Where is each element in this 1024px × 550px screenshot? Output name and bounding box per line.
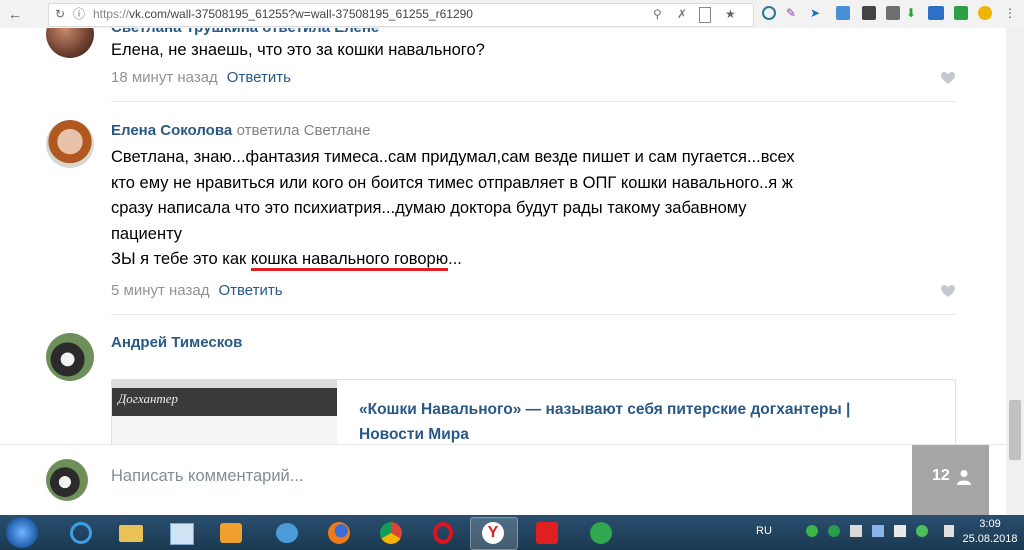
extension-pen-icon[interactable]: ✎ bbox=[786, 5, 796, 21]
comment-text: Светлана, знаю...фантазия тимеса..сам пр… bbox=[111, 145, 971, 273]
clock-time: 3:09 bbox=[979, 518, 1001, 530]
menu-icon[interactable]: ⋮ bbox=[1004, 5, 1016, 21]
tray-green-icon[interactable] bbox=[806, 525, 818, 537]
comment-author[interactable]: Елена Соколова bbox=[111, 122, 232, 139]
viewers-button[interactable]: 12 bbox=[912, 445, 989, 515]
info-icon[interactable]: ⓘ bbox=[73, 6, 85, 22]
browser-toolbar: ← ↻ ⓘ https://vk.com/wall-37508195_61255… bbox=[0, 0, 1024, 29]
extension-bird-icon[interactable]: ➤ bbox=[810, 5, 820, 21]
yandex-browser-glyph: Y bbox=[482, 522, 504, 544]
extension-translate-icon[interactable] bbox=[836, 6, 850, 20]
avatar[interactable] bbox=[46, 333, 94, 381]
avatar bbox=[46, 459, 88, 501]
media-glyph bbox=[220, 523, 242, 543]
extension-puzzle-icon[interactable] bbox=[886, 6, 900, 20]
like-heart-icon[interactable] bbox=[940, 71, 956, 85]
text-suffix: ... bbox=[448, 250, 462, 268]
clock[interactable]: 3:09 25.08.2018 bbox=[960, 517, 1020, 547]
comment-header: Елена Соколова ответила Светлане bbox=[111, 122, 370, 140]
opera-glyph bbox=[433, 522, 453, 544]
folder-glyph bbox=[119, 525, 143, 542]
thumbnail-browser-bar bbox=[112, 380, 337, 388]
taskbar-yandex-icon[interactable] bbox=[524, 517, 570, 548]
url-text: https://vk.com/wall-37508195_61255?w=wal… bbox=[93, 7, 473, 21]
comment-input[interactable]: Написать комментарий... bbox=[111, 467, 304, 486]
comment-text-line: пациенту bbox=[111, 224, 183, 243]
back-arrow-icon[interactable]: ← bbox=[8, 6, 22, 22]
viewers-count: 12 bbox=[932, 467, 950, 484]
app-glyph bbox=[170, 523, 194, 545]
clock-app-glyph bbox=[590, 522, 612, 544]
link-title-line[interactable]: «Кошки Навального» — называют себя питер… bbox=[359, 397, 949, 422]
taskbar-ie-icon[interactable] bbox=[58, 517, 104, 548]
tray-icons bbox=[806, 525, 946, 539]
yandex-glyph bbox=[536, 522, 558, 544]
extension-green-icon[interactable] bbox=[954, 6, 968, 20]
underlined-phrase: кошка навального говорю bbox=[250, 250, 449, 271]
taskbar-media-icon[interactable] bbox=[208, 517, 254, 548]
language-indicator[interactable]: RU bbox=[756, 525, 772, 537]
comment-divider bbox=[111, 101, 956, 102]
no-script-icon[interactable]: ✗ bbox=[677, 6, 687, 22]
taskbar-network-icon[interactable] bbox=[264, 517, 310, 548]
tray-flag-icon[interactable] bbox=[894, 525, 906, 537]
comment-time[interactable]: 18 минут назад bbox=[111, 69, 218, 86]
refresh-icon[interactable]: ↻ bbox=[55, 6, 65, 22]
ie-glyph bbox=[70, 522, 92, 544]
clock-date: 25.08.2018 bbox=[962, 533, 1018, 545]
firefox-glyph bbox=[328, 522, 350, 544]
comment-divider bbox=[111, 314, 956, 315]
comment-text-line: Светлана, знаю...фантазия тимеса..сам пр… bbox=[111, 148, 795, 166]
comment-composer: Написать комментарий... 12 bbox=[0, 444, 1006, 515]
address-bar[interactable]: ↻ ⓘ https://vk.com/wall-37508195_61255?w… bbox=[48, 3, 754, 27]
reply-link[interactable]: Ответить bbox=[227, 69, 291, 86]
extension-new-icon[interactable] bbox=[928, 6, 944, 20]
avatar[interactable] bbox=[46, 28, 94, 58]
comment-text-line: сразу написала что это психиатрия...дума… bbox=[111, 199, 747, 217]
comment-text-line: кто ему не нравиться или кого он боится … bbox=[111, 173, 793, 192]
url-scheme: https:// bbox=[93, 7, 130, 21]
page-action-icon[interactable] bbox=[699, 7, 711, 23]
reply-link[interactable]: Ответить bbox=[218, 282, 282, 299]
star-bookmark-icon[interactable]: ★ bbox=[725, 6, 736, 22]
taskbar-yandex-browser-icon[interactable]: Y bbox=[470, 517, 518, 550]
comment-meta: 18 минут назад Ответить bbox=[111, 69, 291, 86]
tray-network-icon[interactable] bbox=[850, 525, 862, 537]
tray-volume-icon[interactable] bbox=[944, 525, 954, 537]
zoom-icon[interactable]: ⚲ bbox=[653, 6, 662, 22]
extension-speed-icon[interactable] bbox=[762, 6, 776, 20]
text-prefix: ЗЫ я тебе это как bbox=[111, 250, 251, 268]
taskbar: Y RU 3:09 25.08.2018 bbox=[0, 515, 1024, 550]
url-path: vk.com/wall-37508195_61255?w=wall-375081… bbox=[129, 7, 473, 21]
like-heart-icon[interactable] bbox=[940, 284, 956, 298]
taskbar-firefox-icon[interactable] bbox=[316, 517, 362, 548]
comment-time[interactable]: 5 минут назад bbox=[111, 282, 209, 299]
reply-to-label[interactable]: ответила Светлане bbox=[237, 122, 371, 139]
tray-recycle-icon[interactable] bbox=[828, 525, 840, 537]
comment-author-partial[interactable]: Светлана Трушкина ответила Елене bbox=[111, 28, 379, 36]
extension-face-icon[interactable] bbox=[978, 6, 992, 20]
taskbar-opera-icon[interactable] bbox=[420, 517, 466, 548]
scrollbar-thumb[interactable] bbox=[1009, 400, 1021, 460]
extension-badge-18-icon[interactable] bbox=[862, 6, 876, 20]
comment-text: Елена, не знаешь, что это за кошки навал… bbox=[111, 41, 485, 59]
download-arrow-icon[interactable]: ⬇ bbox=[906, 5, 916, 21]
tray-refresh-icon[interactable] bbox=[916, 525, 928, 537]
link-site-name: Догхантер bbox=[118, 391, 179, 406]
taskbar-chrome-icon[interactable] bbox=[368, 517, 414, 548]
person-icon bbox=[957, 470, 971, 485]
comment-meta: 5 минут назад Ответить bbox=[111, 282, 283, 299]
comment-author[interactable]: Андрей Тимесков bbox=[111, 334, 242, 351]
tray-arrow-icon[interactable] bbox=[872, 525, 884, 537]
start-button[interactable] bbox=[6, 517, 38, 548]
chrome-glyph bbox=[380, 522, 402, 544]
network-glyph bbox=[276, 523, 298, 543]
comment-text-line-last: ЗЫ я тебе это как кошка навального говор… bbox=[111, 247, 971, 273]
comments-panel: Светлана Трушкина ответила Елене Елена, … bbox=[0, 28, 1006, 515]
taskbar-app-icon[interactable] bbox=[158, 517, 204, 548]
link-title[interactable]: «Кошки Навального» — называют себя питер… bbox=[359, 397, 949, 447]
taskbar-clock-app-icon[interactable] bbox=[578, 517, 624, 548]
taskbar-folder-icon[interactable] bbox=[108, 517, 154, 548]
avatar[interactable] bbox=[46, 120, 94, 168]
